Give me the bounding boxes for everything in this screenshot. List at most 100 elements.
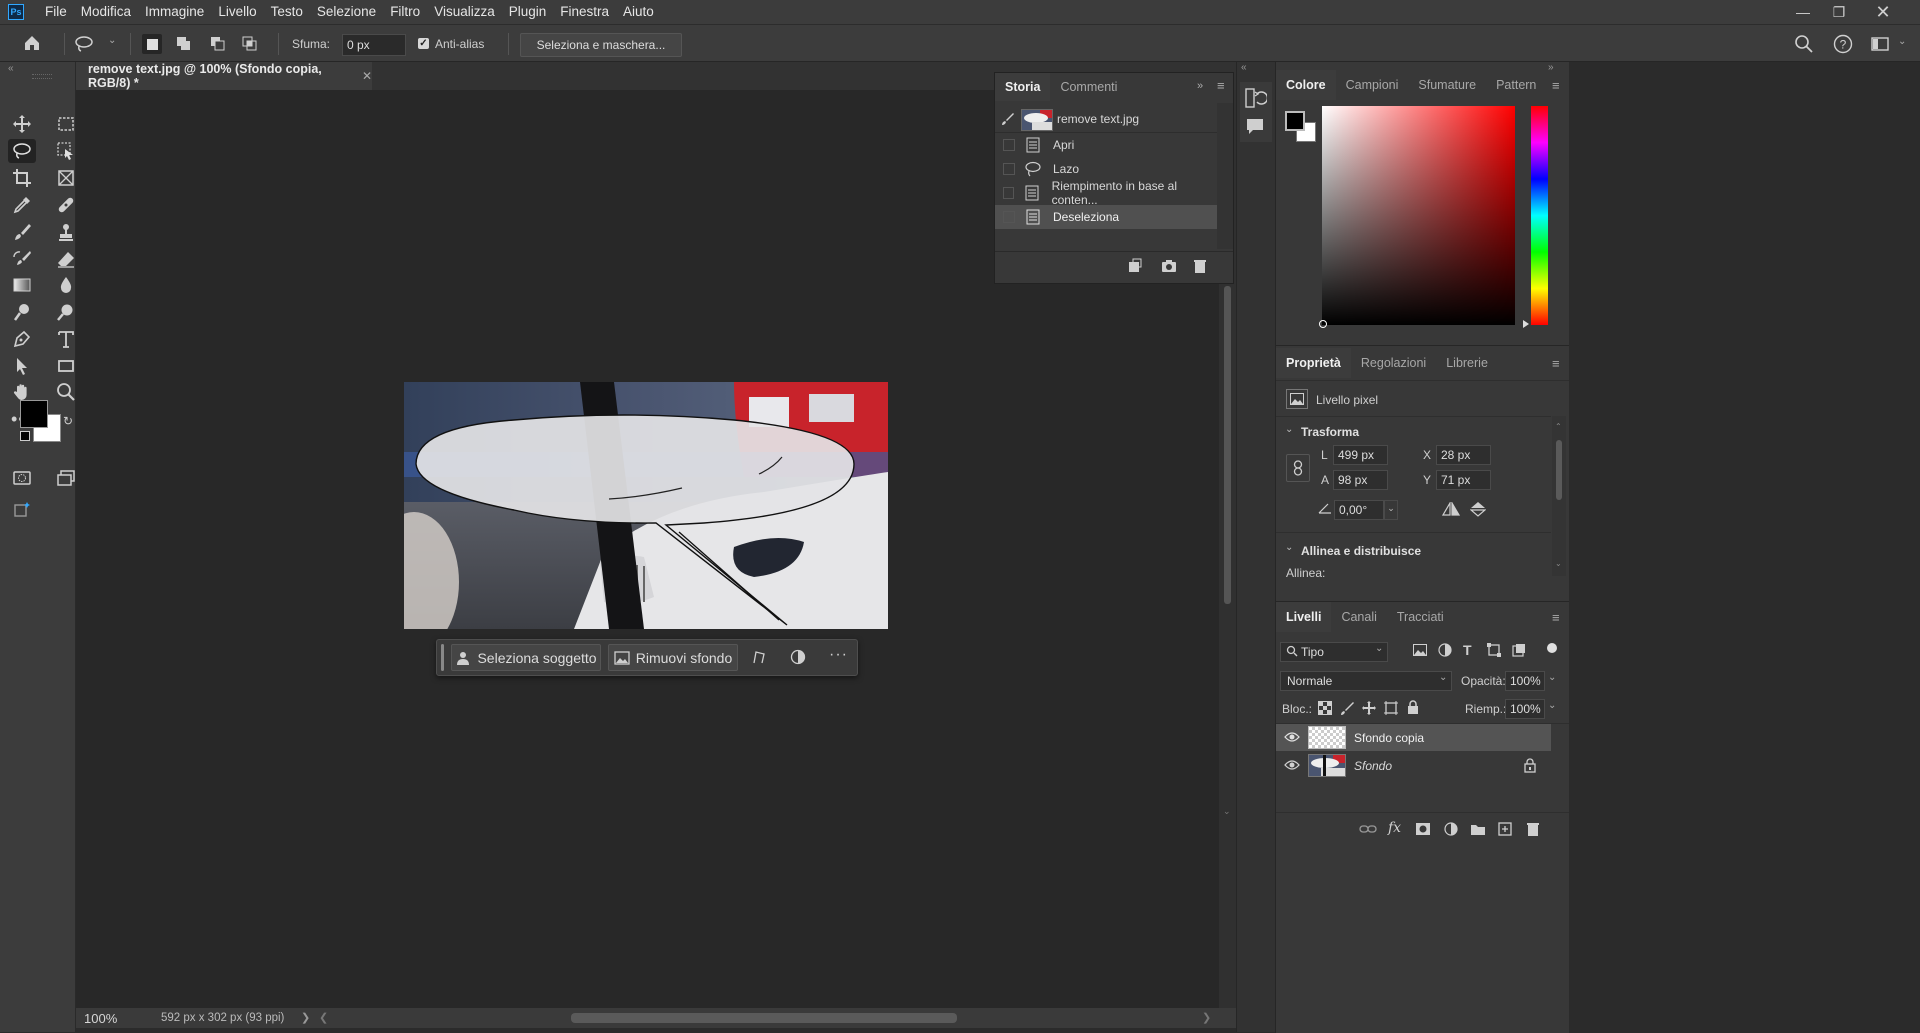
blend-mode-select[interactable]: Normale ⌄ [1280, 671, 1452, 691]
menu-modifica[interactable]: Modifica [74, 0, 138, 24]
fx-icon[interactable]: fx [1388, 820, 1401, 836]
layer-row[interactable]: Sfondo [1276, 752, 1551, 779]
filter-shape-icon[interactable] [1487, 643, 1501, 660]
tab-sfumature[interactable]: Sfumature [1408, 70, 1486, 100]
opacity-input[interactable]: 100% [1505, 671, 1545, 691]
new-group-icon[interactable] [1470, 822, 1486, 839]
collapse-icon[interactable]: « [8, 63, 14, 74]
scroll-thumb[interactable] [1224, 286, 1231, 604]
lock-all-icon[interactable] [1407, 700, 1419, 718]
color-field[interactable] [1319, 106, 1515, 328]
tab-livelli[interactable]: Livelli [1276, 602, 1332, 632]
eye-icon[interactable] [1284, 759, 1300, 774]
document-image[interactable] [404, 382, 888, 629]
menu-file[interactable]: File [38, 0, 74, 24]
layer-name[interactable]: Sfondo [1354, 759, 1392, 773]
lasso-tool-preset-icon[interactable] [74, 34, 94, 54]
search-icon[interactable] [1794, 34, 1814, 54]
antialias-checkbox[interactable]: ✓ [418, 38, 429, 49]
opacity-dropdown-icon[interactable]: ⌄ [1548, 672, 1556, 683]
color-foreground-swatch[interactable] [1285, 111, 1305, 131]
chevron-down-icon[interactable]: ⌄ [1285, 424, 1293, 435]
collapse-dock-icon[interactable]: « [1241, 62, 1247, 73]
menu-aiuto[interactable]: Aiuto [616, 0, 661, 24]
crop-tool-icon[interactable] [8, 166, 36, 190]
filter-adjustment-icon[interactable] [1438, 643, 1452, 660]
path-selection-tool-icon[interactable] [8, 354, 36, 378]
tab-storia[interactable]: Storia [995, 73, 1051, 101]
panel-menu-icon[interactable]: ≡ [1552, 78, 1560, 93]
history-item-selected[interactable]: Deseleziona [995, 205, 1217, 229]
panel-menu-icon[interactable]: ≡ [1217, 78, 1225, 93]
history-panel-icon[interactable] [1243, 86, 1269, 113]
flip-horizontal-icon[interactable] [1441, 500, 1461, 519]
history-checkbox[interactable] [1003, 139, 1015, 151]
lock-artboard-icon[interactable] [1383, 700, 1399, 719]
filter-toggle-icon[interactable] [1547, 643, 1557, 653]
status-menu-chevron-icon[interactable]: ❯ [301, 1011, 310, 1024]
fill-input[interactable]: 100% [1505, 699, 1545, 719]
subtract-selection-icon[interactable] [208, 34, 228, 54]
tab-pattern[interactable]: Pattern [1486, 70, 1546, 100]
trash-icon[interactable] [1192, 258, 1208, 277]
layer-filter-select[interactable]: Tipo ⌄ [1280, 642, 1388, 662]
menu-testo[interactable]: Testo [264, 0, 310, 24]
generative-icon[interactable] [8, 498, 36, 522]
link-layers-icon[interactable] [1359, 823, 1377, 838]
fill-dropdown-icon[interactable]: ⌄ [1548, 700, 1556, 711]
remove-background-button[interactable]: Rimuovi sfondo [608, 644, 738, 671]
default-colors-icon[interactable] [20, 431, 30, 441]
tab-regolazioni[interactable]: Regolazioni [1351, 348, 1436, 378]
home-icon[interactable] [22, 33, 42, 53]
history-brush-source-icon[interactable] [1001, 112, 1015, 129]
photoshop-logo-icon[interactable]: Ps [8, 4, 24, 20]
foreground-color-swatch[interactable] [20, 400, 48, 428]
quick-mask-icon[interactable] [8, 466, 36, 490]
menu-immagine[interactable]: Immagine [138, 0, 211, 24]
select-subject-button[interactable]: Seleziona soggetto [451, 644, 601, 671]
history-item[interactable]: Riempimento in base al conten... [995, 179, 1217, 207]
properties-scrollbar[interactable]: ⌃ ⌄ [1552, 416, 1566, 576]
help-icon[interactable]: ? [1833, 34, 1853, 54]
tab-librerie[interactable]: Librerie [1436, 348, 1498, 378]
history-item[interactable]: Apri [995, 133, 1217, 157]
transform-icon[interactable] [751, 649, 767, 668]
workspace-icon[interactable] [1870, 34, 1890, 54]
link-icon[interactable] [1286, 454, 1310, 482]
filter-smart-object-icon[interactable] [1512, 643, 1526, 660]
scroll-right-icon[interactable]: ❯ [1202, 1011, 1211, 1024]
angle-dropdown-icon[interactable]: ⌄ [1384, 500, 1398, 520]
menu-livello[interactable]: Livello [211, 0, 263, 24]
document-tab[interactable]: remove text.jpg @ 100% (Sfondo copia, RG… [76, 62, 372, 90]
scroll-left-icon[interactable]: ❮ [319, 1011, 328, 1024]
brush-tool-icon[interactable] [8, 220, 36, 244]
select-and-mask-button[interactable]: Seleziona e maschera... [520, 33, 682, 57]
history-checkbox[interactable] [1003, 211, 1015, 223]
scroll-down-icon[interactable]: ⌄ [1555, 559, 1562, 568]
restore-icon[interactable]: ❐ [1822, 0, 1856, 24]
menu-selezione[interactable]: Selezione [310, 0, 383, 24]
expand-panel-icon[interactable]: » [1197, 80, 1203, 92]
menu-plugin[interactable]: Plugin [502, 0, 554, 24]
pen-tool-icon[interactable] [8, 327, 36, 351]
history-checkbox[interactable] [1003, 187, 1015, 199]
align-section-title[interactable]: Allinea e distribuisce [1301, 544, 1421, 558]
history-scrollbar[interactable] [1217, 103, 1233, 249]
eyedropper-tool-icon[interactable] [8, 193, 36, 217]
tab-tracciati[interactable]: Tracciati [1387, 602, 1454, 632]
tab-campioni[interactable]: Campioni [1336, 70, 1409, 100]
transform-section-title[interactable]: Trasforma [1301, 425, 1359, 439]
history-item[interactable]: Lazo [995, 157, 1217, 181]
close-tab-icon[interactable]: ✕ [362, 69, 372, 83]
close-icon[interactable]: ✕ [1866, 0, 1900, 24]
y-input[interactable]: 71 px [1436, 470, 1491, 490]
more-options-icon[interactable]: ··· [829, 646, 848, 664]
lock-transparent-icon[interactable] [1318, 701, 1332, 718]
layer-name[interactable]: Sfondo copia [1354, 731, 1424, 745]
tab-canali[interactable]: Canali [1331, 602, 1386, 632]
menu-finestra[interactable]: Finestra [553, 0, 616, 24]
tab-colore[interactable]: Colore [1276, 70, 1336, 100]
new-selection-icon[interactable] [142, 34, 162, 54]
gradient-tool-icon[interactable] [8, 273, 36, 297]
chevron-down-icon[interactable]: ⌄ [1285, 542, 1293, 553]
